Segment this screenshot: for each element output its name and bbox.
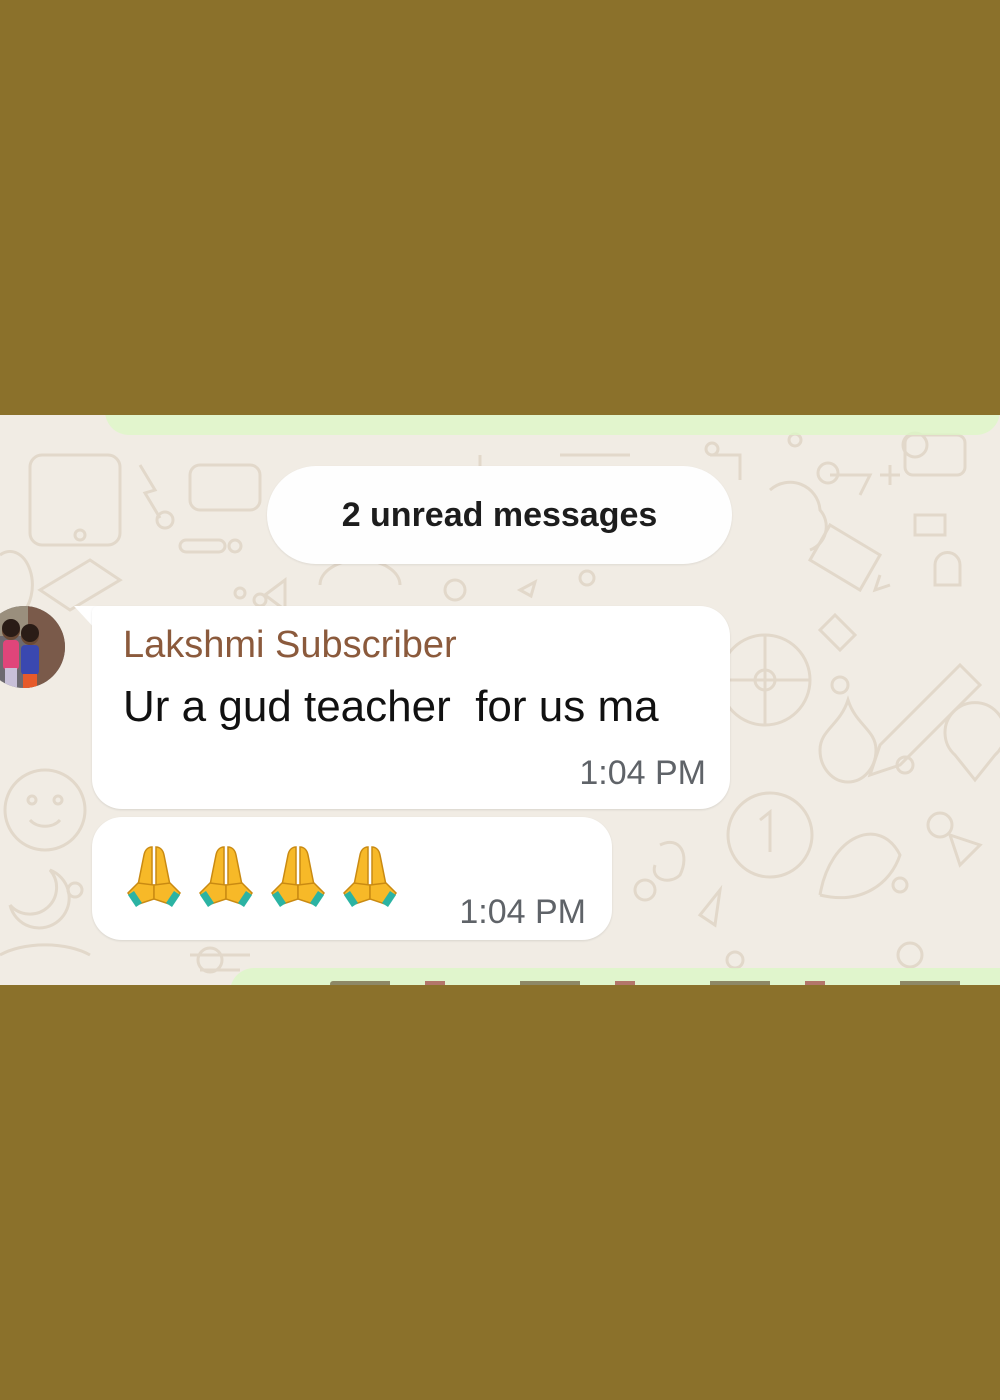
folded-hands-icon [127,846,181,907]
unread-messages-banner: 2 unread messages [267,466,732,564]
next-bubble-content-preview [330,981,990,985]
unread-messages-label: 2 unread messages [341,495,658,534]
emoji-row [126,843,398,909]
folded-hands-icon [199,846,253,907]
screenshot: { "chat": { "unread_banner": "2 unread m… [0,0,1000,1400]
message-timestamp: 1:04 PM [579,754,706,792]
chat-area: 2 unread messages Lakshmi Subscriber Ur … [0,415,1000,985]
folded-hands-icon [343,846,397,907]
message-text: Ur a gud teacher for us ma [123,682,659,731]
incoming-message-bubble[interactable]: Lakshmi Subscriber Ur a gud teacher for … [92,606,730,809]
previous-outgoing-bubble[interactable] [105,415,1000,435]
sender-name[interactable]: Lakshmi Subscriber [123,624,457,667]
folded-hands-icon [271,846,325,907]
message-timestamp: 1:04 PM [459,893,586,931]
incoming-emoji-message-bubble[interactable]: 1:04 PM [92,817,612,940]
